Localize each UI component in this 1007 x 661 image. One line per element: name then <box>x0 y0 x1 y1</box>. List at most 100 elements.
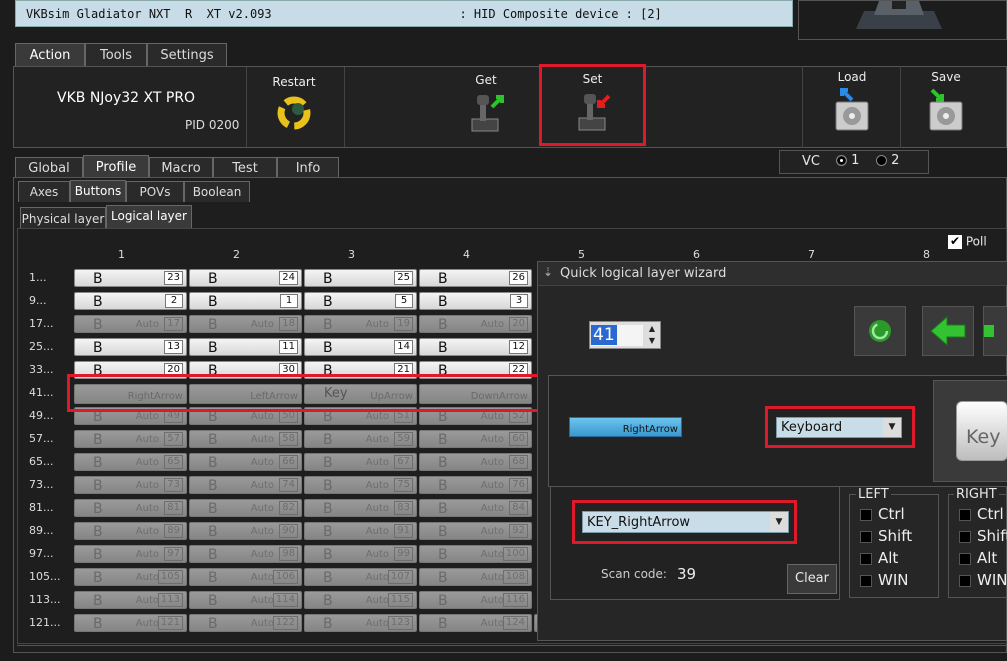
button-cell-auto[interactable]: B Auto 58 <box>189 430 302 448</box>
tab-settings[interactable]: Settings <box>147 43 227 67</box>
left-ctrl-checkbox[interactable]: Ctrl <box>860 505 912 527</box>
button-cell-auto[interactable]: B Auto 122 <box>189 614 302 632</box>
button-cell-auto[interactable]: B Auto 68 <box>419 453 532 471</box>
button-cell-mapped[interactable]: RightArrow <box>74 384 187 404</box>
button-cell-auto[interactable]: B Auto 106 <box>189 568 302 586</box>
vc-radio-2[interactable]: 2 <box>876 153 899 168</box>
button-cell[interactable]: B 23 <box>74 269 187 287</box>
right-shift-checkbox[interactable]: Shift <box>959 527 1007 549</box>
button-cell-auto[interactable]: B Auto 113 <box>74 591 187 609</box>
button-cell-auto[interactable]: B Auto 19 <box>304 315 417 333</box>
button-cell-auto[interactable]: B Auto 49 <box>74 407 187 425</box>
button-cell[interactable]: B 21 <box>304 361 417 379</box>
button-cell-auto[interactable]: B Auto 84 <box>419 499 532 517</box>
tab-buttons[interactable]: Buttons <box>70 180 126 202</box>
button-cell-auto[interactable]: B Auto 99 <box>304 545 417 563</box>
tab-profile[interactable]: Profile <box>83 155 149 179</box>
button-cell-auto[interactable]: B Auto 81 <box>74 499 187 517</box>
restart-button[interactable]: Restart <box>254 75 334 136</box>
tab-macro[interactable]: Macro <box>149 157 213 179</box>
tab-axes[interactable]: Axes <box>18 181 70 202</box>
button-cell-auto[interactable]: B Auto 124 <box>419 614 532 632</box>
save-button[interactable]: Save <box>906 70 986 135</box>
button-cell[interactable]: B 24 <box>189 269 302 287</box>
load-button[interactable]: Load <box>812 70 892 135</box>
clear-button[interactable]: Clear <box>787 564 837 594</box>
button-cell-auto[interactable]: B Auto 74 <box>189 476 302 494</box>
button-spinbox[interactable]: 41 ▲ ▼ <box>589 321 661 349</box>
tab-boolean[interactable]: Boolean <box>184 181 250 202</box>
button-cell-auto[interactable]: B Auto 73 <box>74 476 187 494</box>
button-cell[interactable]: B 12 <box>419 338 532 356</box>
button-cell[interactable]: B 25 <box>304 269 417 287</box>
button-cell-auto[interactable]: B Auto 97 <box>74 545 187 563</box>
button-cell-auto[interactable]: B Auto 20 <box>419 315 532 333</box>
button-cell-auto[interactable]: B Auto 66 <box>189 453 302 471</box>
button-cell[interactable]: B5 <box>304 292 417 310</box>
button-cell-auto[interactable]: B Auto 115 <box>304 591 417 609</box>
set-button[interactable]: Set <box>539 64 646 146</box>
refresh-button[interactable] <box>854 306 906 356</box>
button-cell-auto[interactable]: B Auto 17 <box>74 315 187 333</box>
left-shift-checkbox[interactable]: Shift <box>860 527 912 549</box>
button-cell-auto[interactable]: B Auto 98 <box>189 545 302 563</box>
button-cell[interactable]: B 11 <box>189 338 302 356</box>
key-select[interactable]: KEY_RightArrow ▼ <box>582 511 789 533</box>
button-cell-auto[interactable]: B Auto 83 <box>304 499 417 517</box>
button-cell[interactable]: B 30 <box>189 361 302 379</box>
button-cell-auto[interactable]: B Auto 107 <box>304 568 417 586</box>
button-cell[interactable]: B 22 <box>419 361 532 379</box>
button-cell-auto[interactable]: B Auto 57 <box>74 430 187 448</box>
left-win-checkbox[interactable]: WIN <box>860 571 912 593</box>
tab-povs[interactable]: POVs <box>126 181 184 202</box>
tab-info[interactable]: Info <box>277 157 339 179</box>
button-cell-auto[interactable]: B Auto 59 <box>304 430 417 448</box>
button-cell-mapped[interactable]: LeftArrow <box>189 384 302 404</box>
button-cell-mapped[interactable]: DownArrow <box>419 384 532 404</box>
button-cell-auto[interactable]: B Auto 116 <box>419 591 532 609</box>
button-cell-auto[interactable]: B Auto 123 <box>304 614 417 632</box>
next-button[interactable] <box>983 306 1007 356</box>
tab-test[interactable]: Test <box>213 157 277 179</box>
button-cell-mapped[interactable]: Key UpArrow <box>304 384 417 404</box>
button-cell[interactable]: B3 <box>419 292 532 310</box>
left-alt-checkbox[interactable]: Alt <box>860 549 912 571</box>
type-select[interactable]: Keyboard ▼ <box>776 417 902 438</box>
button-cell-auto[interactable]: B Auto 67 <box>304 453 417 471</box>
button-cell-auto[interactable]: B Auto 114 <box>189 591 302 609</box>
previous-button[interactable] <box>922 306 974 356</box>
button-cell[interactable]: B2 <box>74 292 187 310</box>
button-cell-auto[interactable]: B Auto 75 <box>304 476 417 494</box>
tab-tools[interactable]: Tools <box>85 43 147 67</box>
button-cell[interactable]: B 13 <box>74 338 187 356</box>
button-cell-auto[interactable]: B Auto 82 <box>189 499 302 517</box>
tab-physical-layer[interactable]: Physical layer <box>20 207 106 229</box>
spin-down-icon[interactable]: ▼ <box>645 336 659 347</box>
tab-global[interactable]: Global <box>15 157 83 179</box>
button-cell-auto[interactable]: B Auto 51 <box>304 407 417 425</box>
button-cell-auto[interactable]: B Auto 108 <box>419 568 532 586</box>
button-cell-auto[interactable]: B Auto 76 <box>419 476 532 494</box>
button-cell-auto[interactable]: B Auto 52 <box>419 407 532 425</box>
button-cell-auto[interactable]: B Auto 18 <box>189 315 302 333</box>
tab-action[interactable]: Action <box>15 43 85 67</box>
button-cell-auto[interactable]: B Auto 121 <box>74 614 187 632</box>
button-cell-auto[interactable]: B Auto 100 <box>419 545 532 563</box>
button-cell-auto[interactable]: B Auto 105 <box>74 568 187 586</box>
poll-checkbox[interactable]: ✔ Poll <box>948 234 987 249</box>
button-cell[interactable]: B1 <box>189 292 302 310</box>
right-alt-checkbox[interactable]: Alt <box>959 549 1007 571</box>
button-cell-auto[interactable]: B Auto 65 <box>74 453 187 471</box>
button-cell-auto[interactable]: B Auto 89 <box>74 522 187 540</box>
button-cell-auto[interactable]: B Auto 91 <box>304 522 417 540</box>
right-win-checkbox[interactable]: WIN <box>959 571 1007 593</box>
button-cell[interactable]: B 26 <box>419 269 532 287</box>
tab-logical-layer[interactable]: Logical layer <box>106 205 192 229</box>
vc-radio-1[interactable]: 1 <box>836 153 859 168</box>
get-button[interactable]: Get <box>446 73 526 136</box>
button-cell-auto[interactable]: B Auto 90 <box>189 522 302 540</box>
button-cell[interactable]: B 20 <box>74 361 187 379</box>
spin-up-icon[interactable]: ▲ <box>645 324 659 335</box>
right-ctrl-checkbox[interactable]: Ctrl <box>959 505 1007 527</box>
button-cell-auto[interactable]: B Auto 60 <box>419 430 532 448</box>
